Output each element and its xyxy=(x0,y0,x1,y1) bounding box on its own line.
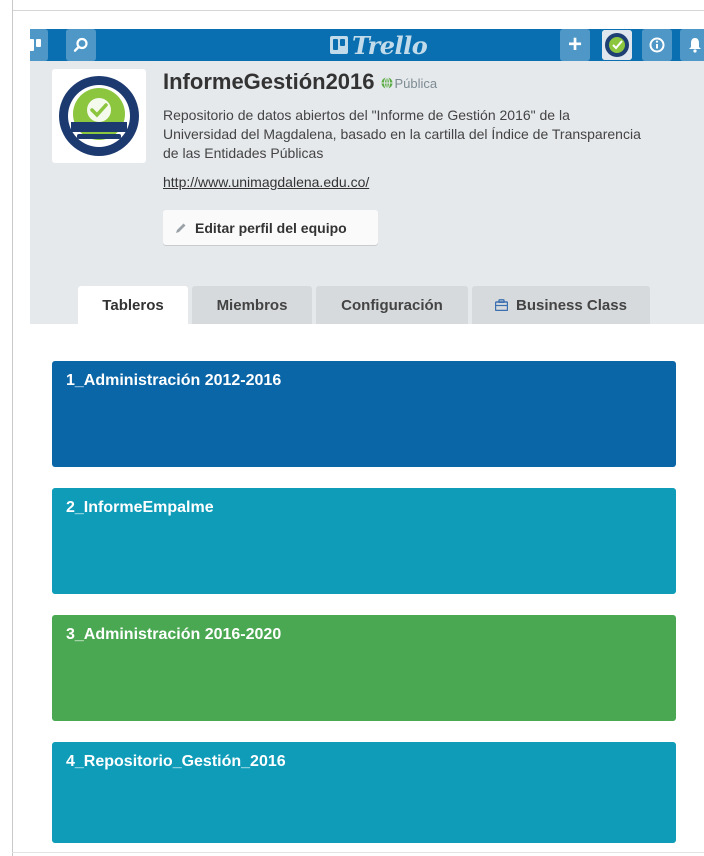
bell-icon xyxy=(689,38,701,53)
board-title: 4_Repositorio_Gestión_2016 xyxy=(66,753,286,770)
create-button[interactable]: + xyxy=(560,29,590,61)
tab-tableros[interactable]: Tableros xyxy=(78,286,188,324)
team-name: InformeGestión2016 Pública xyxy=(163,69,437,95)
tab-miembros-label: Miembros xyxy=(216,296,288,314)
search-button[interactable] xyxy=(66,29,96,61)
tab-business-class-label: Business Class xyxy=(516,296,627,314)
board-tile[interactable]: 1_Administración 2012-2016 xyxy=(52,361,676,467)
tab-configuracion[interactable]: Configuración xyxy=(316,286,468,324)
board-title: 3_Administración 2016-2020 xyxy=(66,626,282,643)
team-website-link[interactable]: http://www.unimagdalena.edu.co/ xyxy=(163,174,369,190)
team-description: Repositorio de datos abiertos del "Infor… xyxy=(163,107,641,161)
plus-icon: + xyxy=(567,31,582,58)
board-tile[interactable]: 2_InformeEmpalme xyxy=(52,488,676,594)
edit-team-profile-button[interactable]: Editar perfil del equipo xyxy=(163,210,378,245)
briefcase-icon xyxy=(495,299,509,311)
info-icon xyxy=(649,37,665,53)
trello-logo[interactable]: Trello xyxy=(330,30,428,60)
tab-configuracion-label: Configuración xyxy=(341,296,443,314)
board-tile[interactable]: 3_Administración 2016-2020 xyxy=(52,615,676,721)
team-name-text: InformeGestión2016 xyxy=(163,69,375,94)
avatar-image xyxy=(602,30,632,60)
visibility-badge[interactable]: Pública xyxy=(381,75,438,91)
board-tile[interactable]: 4_Repositorio_Gestión_2016 xyxy=(52,742,676,843)
tab-business-class[interactable]: Business Class xyxy=(472,286,650,324)
avatar[interactable] xyxy=(602,30,632,60)
boards-button[interactable] xyxy=(30,29,48,61)
team-header: InformeGestión2016 Pública Repositorio d… xyxy=(30,61,704,324)
info-button[interactable] xyxy=(642,29,672,61)
board-title: 2_InformeEmpalme xyxy=(66,499,214,516)
window-left-border xyxy=(12,0,13,856)
logo-text: Trello xyxy=(352,30,428,60)
tab-tableros-label: Tableros xyxy=(102,296,164,314)
board-title: 1_Administración 2012-2016 xyxy=(66,372,282,389)
pencil-icon xyxy=(176,223,186,233)
edit-team-profile-label: Editar perfil del equipo xyxy=(195,219,347,236)
notifications-button[interactable] xyxy=(680,29,704,61)
accreditation-seal-icon xyxy=(59,76,139,156)
search-icon xyxy=(73,37,88,52)
team-logo xyxy=(52,69,146,163)
top-bar: Trello + xyxy=(30,29,704,61)
visibility-label: Pública xyxy=(394,75,438,91)
window-top-border xyxy=(12,10,704,11)
tab-miembros[interactable]: Miembros xyxy=(192,286,312,324)
trello-logo-icon xyxy=(330,36,348,54)
boards-icon xyxy=(30,39,41,51)
window-bottom-border xyxy=(12,852,704,853)
globe-icon xyxy=(381,77,393,89)
